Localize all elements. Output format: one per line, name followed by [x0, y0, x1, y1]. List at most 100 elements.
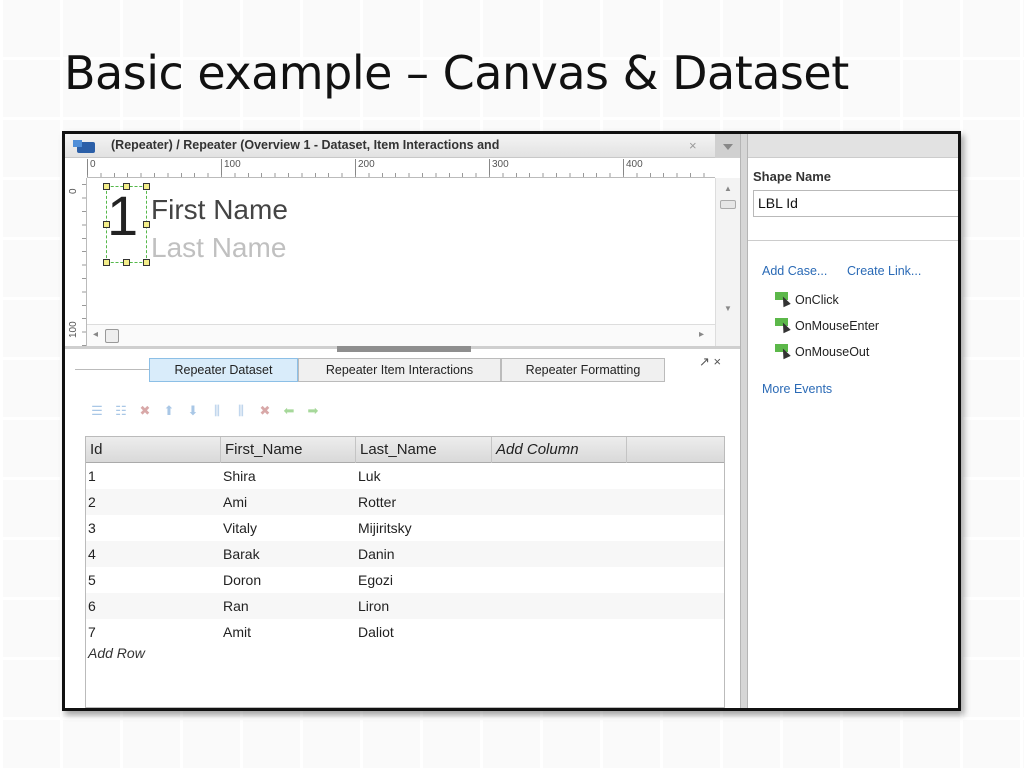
cell-id[interactable]: 5 — [88, 567, 96, 593]
scroll-left-icon[interactable]: ◂ — [93, 329, 98, 340]
cell-last-name[interactable]: Rotter — [358, 489, 396, 515]
repeater-first-name-label[interactable]: First Name — [151, 194, 288, 226]
delete-column-icon[interactable]: ✖ — [257, 404, 273, 418]
widget-properties-panel: Shape Name LBL Id Add Case... Create Lin… — [748, 134, 958, 708]
shape-name-input[interactable]: LBL Id — [753, 190, 958, 217]
canvas-tab-title[interactable]: (Repeater) / Repeater (Overview 1 - Data… — [111, 138, 499, 152]
ruler-label: 400 — [623, 159, 643, 175]
scroll-down-icon[interactable]: ▼ — [724, 304, 732, 313]
cell-last-name[interactable]: Daliot — [358, 619, 394, 645]
cell-id[interactable]: 7 — [88, 619, 96, 645]
cell-id[interactable]: 6 — [88, 593, 96, 619]
move-up-icon[interactable]: ⬆ — [161, 404, 177, 418]
insert-row-icon[interactable]: ☰ — [89, 404, 105, 418]
column-header-first-name[interactable]: First_Name — [221, 437, 356, 463]
ruler-label: 200 — [355, 159, 375, 175]
delete-row-icon[interactable]: ✖ — [137, 404, 153, 418]
cell-last-name[interactable]: Danin — [358, 541, 395, 567]
resize-handle[interactable] — [143, 259, 150, 266]
horizontal-ruler: 0 100 200 300 400 — [87, 158, 715, 178]
move-down-icon[interactable]: ⬇ — [185, 404, 201, 418]
panel-separator — [748, 240, 958, 241]
cell-first-name[interactable]: Barak — [223, 541, 260, 567]
cell-first-name[interactable]: Ran — [223, 593, 249, 619]
tab-repeater-dataset[interactable]: Repeater Dataset — [149, 358, 298, 382]
repeater-pane: ↗ × Repeater Dataset Repeater Item Inter… — [65, 352, 740, 708]
create-link-link[interactable]: Create Link... — [847, 264, 921, 278]
canvas-horizontal-scrollbar[interactable]: ◂ ▸ — [87, 324, 715, 346]
dataset-grid[interactable]: Id First_Name Last_Name Add Column 1 Shir… — [85, 436, 725, 708]
resize-handle[interactable] — [103, 183, 110, 190]
repeater-icon — [73, 140, 95, 154]
table-row[interactable]: 7 Amit Daliot — [86, 619, 724, 645]
cell-first-name[interactable]: Doron — [223, 567, 261, 593]
grid-header: Id First_Name Last_Name Add Column — [86, 437, 724, 463]
cell-last-name[interactable]: Egozi — [358, 567, 393, 593]
event-cursor-icon — [775, 318, 791, 334]
cell-first-name[interactable]: Shira — [223, 463, 256, 489]
pane-popout-close-icons[interactable]: ↗ × — [699, 354, 721, 370]
event-label: OnMouseOut — [795, 345, 870, 359]
more-events-link[interactable]: More Events — [762, 382, 832, 396]
resize-handle[interactable] — [123, 183, 130, 190]
scroll-thumb[interactable] — [105, 329, 119, 343]
canvas-tab-bar: (Repeater) / Repeater (Overview 1 - Data… — [65, 134, 740, 158]
panel-divider[interactable] — [740, 134, 748, 708]
scroll-up-icon[interactable]: ▲ — [724, 184, 732, 193]
insert-column-icon[interactable]: ⫼ — [209, 404, 225, 418]
table-row[interactable]: 3 Vitaly Mijiritsky — [86, 515, 724, 541]
resize-handle[interactable] — [103, 259, 110, 266]
tab-close-icon[interactable]: × — [689, 138, 697, 153]
canvas-vertical-scrollbar[interactable]: ▲ ▼ — [715, 178, 740, 346]
cell-id[interactable]: 2 — [88, 489, 96, 515]
repeater-last-name-label[interactable]: Last Name — [151, 232, 286, 264]
table-row[interactable]: 6 Ran Liron — [86, 593, 724, 619]
cell-first-name[interactable]: Vitaly — [223, 515, 257, 541]
tab-repeater-formatting[interactable]: Repeater Formatting — [501, 358, 665, 382]
page-editor: (Repeater) / Repeater (Overview 1 - Data… — [65, 134, 740, 708]
cell-first-name[interactable]: Amit — [223, 619, 251, 645]
selection-box — [106, 186, 147, 263]
ruler-label: 100 — [221, 159, 241, 175]
event-cursor-icon — [775, 344, 791, 360]
table-row[interactable]: 2 Ami Rotter — [86, 489, 724, 515]
table-row[interactable]: 4 Barak Danin — [86, 541, 724, 567]
insert-row-below-icon[interactable]: ☷ — [113, 404, 129, 418]
cell-last-name[interactable]: Mijiritsky — [358, 515, 412, 541]
cell-id[interactable]: 1 — [88, 463, 96, 489]
resize-handle[interactable] — [143, 183, 150, 190]
event-cursor-icon — [775, 292, 791, 308]
cell-first-name[interactable]: Ami — [223, 489, 247, 515]
shape-name-label: Shape Name — [753, 169, 832, 184]
ruler-label: 0 — [87, 159, 96, 175]
column-header-id[interactable]: Id — [86, 437, 221, 463]
table-row[interactable]: 5 Doron Egozi — [86, 567, 724, 593]
event-label: OnMouseEnter — [795, 319, 880, 333]
tab-repeater-item-interactions[interactable]: Repeater Item Interactions — [298, 358, 501, 382]
tab-dropdown-button[interactable] — [715, 134, 740, 158]
scroll-right-icon[interactable]: ▸ — [699, 329, 704, 340]
cell-id[interactable]: 4 — [88, 541, 96, 567]
column-header-last-name[interactable]: Last_Name — [356, 437, 492, 463]
add-case-link[interactable]: Add Case... — [762, 264, 827, 278]
move-left-icon[interactable]: ⬅ — [281, 404, 297, 418]
ruler-label: 100 — [68, 321, 79, 338]
insert-column-right-icon[interactable]: ⫼ — [233, 404, 249, 418]
add-row-button[interactable]: Add Row — [88, 645, 145, 661]
panel-header — [748, 134, 958, 158]
event-label: OnClick — [795, 293, 839, 307]
add-column-button[interactable]: Add Column — [492, 437, 627, 463]
resize-handle[interactable] — [103, 221, 110, 228]
vertical-ruler: 0 100 — [65, 178, 87, 346]
ruler-label: 300 — [489, 159, 509, 175]
move-right-icon[interactable]: ➡ — [305, 404, 321, 418]
slide-title: Basic example – Canvas & Dataset — [64, 46, 849, 100]
resize-handle[interactable] — [123, 259, 130, 266]
table-row[interactable]: 1 Shira Luk — [86, 463, 724, 489]
ruler-label: 0 — [68, 188, 79, 194]
cell-last-name[interactable]: Luk — [358, 463, 381, 489]
scroll-thumb[interactable] — [720, 200, 736, 209]
cell-last-name[interactable]: Liron — [358, 593, 389, 619]
cell-id[interactable]: 3 — [88, 515, 96, 541]
resize-handle[interactable] — [143, 221, 150, 228]
